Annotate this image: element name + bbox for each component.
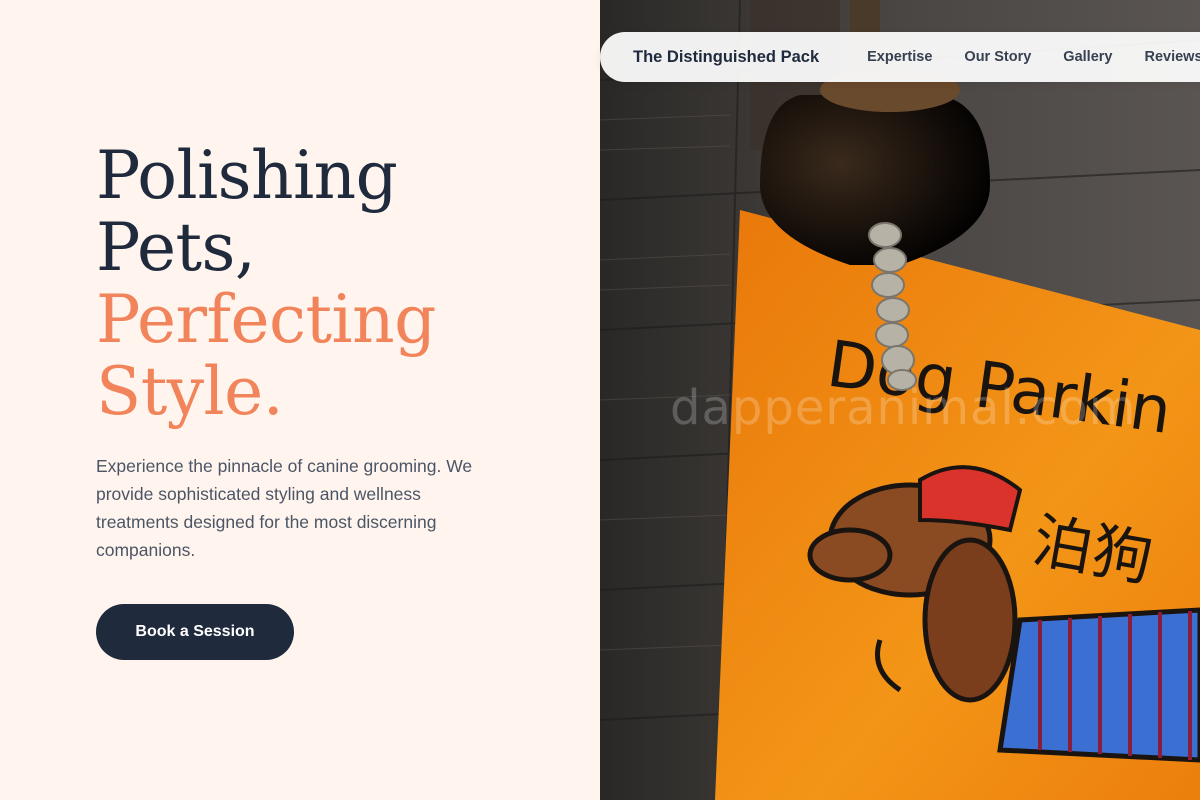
brand-logo[interactable]: The Distinguished Pack — [633, 48, 819, 67]
headline-line-1: Polishing — [96, 137, 398, 214]
nav-item-gallery[interactable]: Gallery — [1063, 49, 1112, 65]
headline-line-3: Perfecting — [96, 281, 436, 358]
top-navigation: The Distinguished Pack Expertise Our Sto… — [600, 32, 1200, 82]
nav-item-expertise[interactable]: Expertise — [867, 49, 932, 65]
hero-description: Experience the pinnacle of canine groomi… — [96, 456, 473, 560]
watermark: dapperanimal.com — [670, 380, 1137, 436]
nav-item-our-story[interactable]: Our Story — [964, 49, 1031, 65]
headline-line-2: Pets, — [96, 209, 256, 286]
book-session-button[interactable]: Book a Session — [96, 604, 294, 660]
nav-item-reviews[interactable]: Reviews — [1144, 49, 1200, 65]
hero-text-panel: Polishing Pets, Perfecting Style. Experi… — [0, 0, 600, 800]
headline-line-4: Style. — [96, 353, 284, 430]
nav-links: Expertise Our Story Gallery Reviews — [867, 49, 1200, 65]
hero-headline: Polishing Pets, Perfecting Style. — [96, 140, 436, 428]
